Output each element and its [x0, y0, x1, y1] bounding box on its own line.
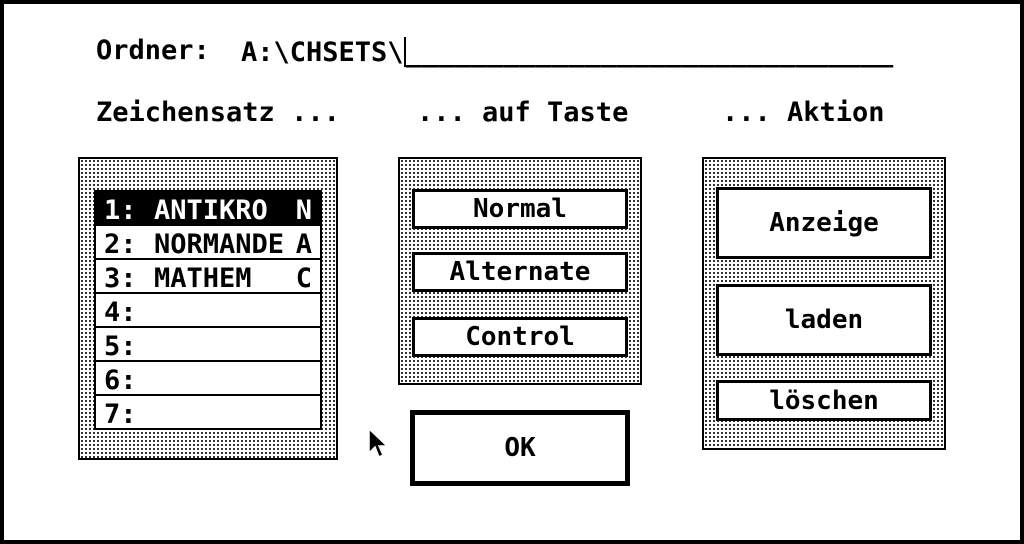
charset-row[interactable]: 5:	[96, 328, 320, 362]
charset-number: 6:	[104, 365, 137, 396]
normal-key-button[interactable]: Normal	[412, 189, 628, 229]
folder-path-field[interactable]: A:\CHSETS\______________________________	[241, 37, 893, 67]
charset-row[interactable]: 4:	[96, 294, 320, 328]
charset-name: NORMANDE	[154, 229, 285, 260]
show-button[interactable]: Anzeige	[716, 187, 932, 259]
folder-path-value: A:\CHSETS\	[241, 37, 404, 68]
folder-path-underline: ______________________________	[405, 37, 894, 68]
charset-number: 4:	[104, 297, 137, 328]
ok-button[interactable]: OK	[410, 410, 630, 486]
key-heading: ... auf Taste	[417, 97, 629, 128]
charset-list[interactable]: 1: ANTIKRO N 2: NORMANDE A 3: MATHEM C 4: 5: 6: 7:	[94, 190, 322, 430]
charset-row[interactable]: 1: ANTIKRO N	[96, 192, 320, 226]
arrow-cursor-icon	[368, 428, 389, 459]
control-key-button[interactable]: Control	[412, 317, 628, 357]
charset-row[interactable]: 6:	[96, 362, 320, 396]
load-button[interactable]: laden	[716, 284, 932, 356]
charset-number: 2:	[104, 229, 137, 260]
charset-number: 3:	[104, 263, 137, 294]
charset-heading: Zeichensatz ...	[96, 97, 340, 128]
alternate-key-button[interactable]: Alternate	[412, 252, 628, 292]
charset-name: ANTIKRO	[154, 195, 268, 226]
charset-name: MATHEM	[154, 263, 252, 294]
charset-number: 1:	[104, 195, 137, 226]
charset-row[interactable]: 3: MATHEM C	[96, 260, 320, 294]
charset-row[interactable]: 2: NORMANDE A	[96, 226, 320, 260]
charset-key: A	[295, 229, 312, 260]
charset-number: 7:	[104, 399, 137, 430]
charset-number: 5:	[104, 331, 137, 362]
action-heading: ... Aktion	[722, 97, 885, 128]
charset-key: C	[295, 263, 312, 294]
charset-key: N	[295, 195, 312, 226]
folder-label: Ordner:	[96, 35, 210, 66]
charset-row[interactable]: 7:	[96, 396, 320, 430]
delete-button[interactable]: löschen	[716, 380, 932, 421]
